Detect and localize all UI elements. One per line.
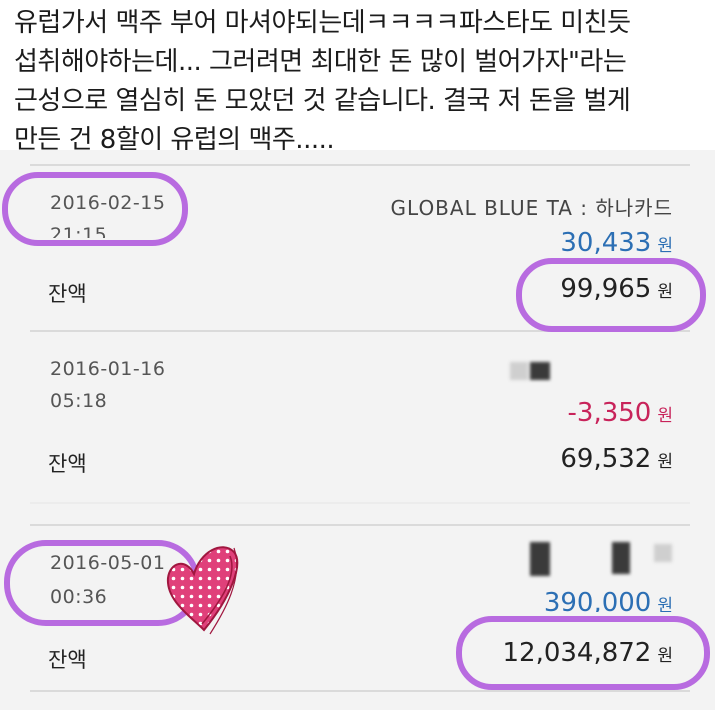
divider: [30, 690, 690, 692]
redacted-merchant: [612, 542, 630, 574]
divider: [30, 164, 690, 166]
balance-label: 잔액: [48, 452, 87, 476]
divider: [30, 524, 690, 526]
post-line: 근성으로 열심히 돈 모았던 것 같습니다. 결국 저 돈을 벌게: [14, 86, 631, 116]
balance-label: 잔액: [48, 282, 87, 306]
transaction-merchant: GLOBAL BLUE TA : 하나카드: [390, 196, 673, 220]
polka-dot-heart-icon: [166, 546, 239, 635]
transaction-amount: 390,000 원: [543, 588, 673, 612]
post-line: 유럽가서 맥주 부어 마셔야되는데ㅋㅋㅋㅋ파스타도 미친듯: [14, 8, 631, 38]
redacted-merchant: [530, 362, 550, 380]
highlight-circle: [456, 616, 710, 690]
section-gap: [30, 502, 690, 504]
transaction-amount: 30,433 원: [560, 228, 673, 258]
post-line: 섭취해야하는데... 그러려면 최대한 돈 많이 벌어가자"라는: [14, 47, 627, 77]
redacted-merchant: [654, 544, 672, 562]
highlight-circle: [516, 258, 706, 332]
transaction-time: 05:18: [50, 390, 108, 412]
transaction-amount: -3,350 원: [567, 398, 673, 428]
highlight-circle: [2, 172, 188, 246]
transaction-date: 2016-01-16: [50, 358, 166, 380]
redacted-merchant: [510, 362, 528, 380]
post-text: 유럽가서 맥주 부어 마셔야되는데ㅋㅋㅋㅋ파스타도 미친듯 섭취해야하는데...…: [14, 4, 704, 160]
balance-label: 잔액: [48, 648, 87, 672]
balance-amount: 69,532 원: [560, 444, 673, 474]
redacted-merchant: [530, 542, 550, 576]
